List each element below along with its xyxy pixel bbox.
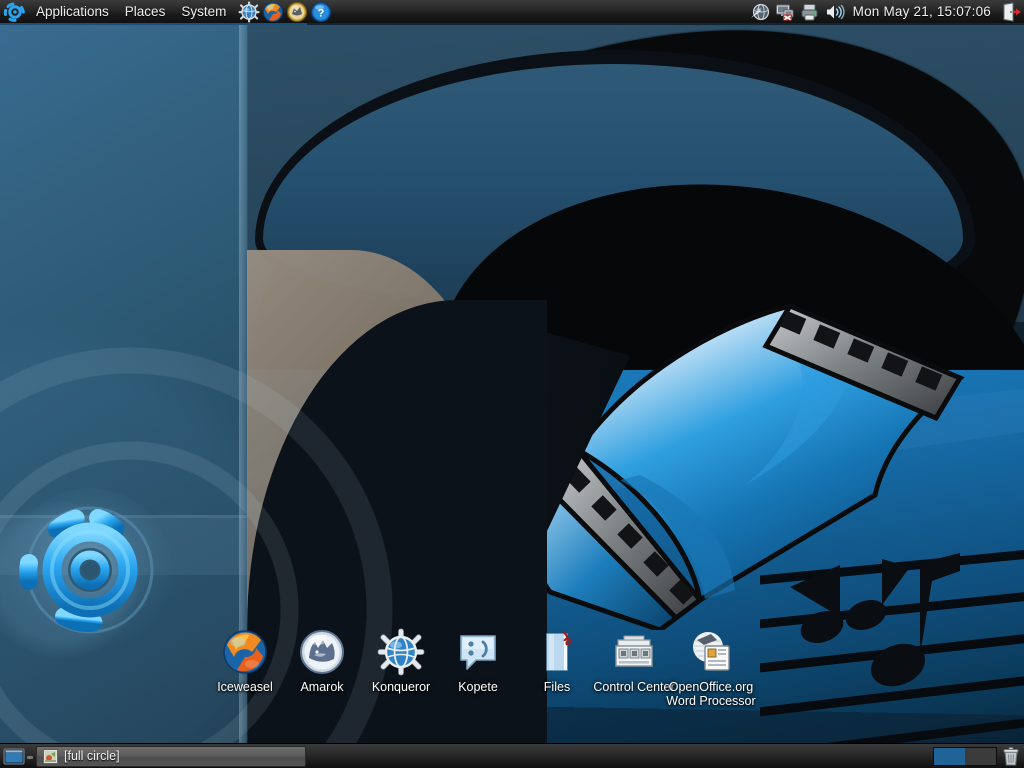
control-center-icon — [615, 635, 653, 667]
menu-places[interactable]: Places — [118, 1, 173, 23]
konqueror-globe-icon — [377, 628, 425, 676]
window-thumbnail-icon — [43, 748, 58, 764]
notification-area: Mon May 21, 15:07:06 — [749, 1, 1024, 22]
help-question-icon[interactable]: ? — [310, 1, 332, 23]
workspace-1[interactable] — [934, 747, 965, 765]
svg-text:?: ? — [318, 7, 325, 19]
desktop-icon-openoffice-writer[interactable]: OpenOffice.org Word Processor — [663, 628, 759, 708]
printer-icon[interactable] — [799, 2, 821, 22]
task-button-label: [full circle] — [64, 749, 120, 763]
top-panel: Applications Places System ? Mon May 21,… — [0, 0, 1024, 25]
konqueror-globe-icon[interactable] — [238, 1, 260, 23]
openoffice-writer-icon — [693, 632, 730, 671]
trash-can-icon[interactable] — [1001, 746, 1021, 767]
kopete-chat-icon — [460, 635, 496, 670]
logout-door-icon[interactable] — [1000, 1, 1022, 22]
task-button[interactable]: [full circle] — [36, 745, 306, 767]
show-desktop-icon[interactable] — [2, 746, 26, 767]
menu-applications[interactable]: Applications — [29, 1, 116, 23]
distro-logo-icon[interactable] — [2, 1, 28, 23]
iceweasel-icon[interactable] — [262, 1, 284, 23]
folder-files-icon — [546, 631, 572, 671]
workspace-switcher[interactable] — [933, 746, 997, 766]
clock[interactable]: Mon May 21, 15:07:06 — [849, 4, 997, 19]
update-manager-error-icon[interactable] — [774, 2, 796, 22]
amarok-wolf-gold-icon[interactable] — [286, 1, 308, 23]
bottom-panel: [full circle] — [0, 743, 1024, 768]
desktop-icon-label: OpenOffice.org Word Processor — [666, 680, 756, 708]
menu-system[interactable]: System — [174, 1, 233, 23]
amarok-wolf-icon — [300, 630, 344, 674]
panel-drag-handle[interactable] — [26, 747, 34, 766]
volume-speaker-icon[interactable] — [824, 2, 846, 22]
desktop-icon-grid: Iceweasel Amarok Konqueror Kopete Files … — [0, 0, 1024, 768]
iceweasel-icon — [223, 630, 267, 674]
panel-launchers: ? — [238, 1, 332, 23]
workspace-2[interactable] — [965, 747, 996, 765]
network-icon[interactable] — [749, 2, 771, 22]
